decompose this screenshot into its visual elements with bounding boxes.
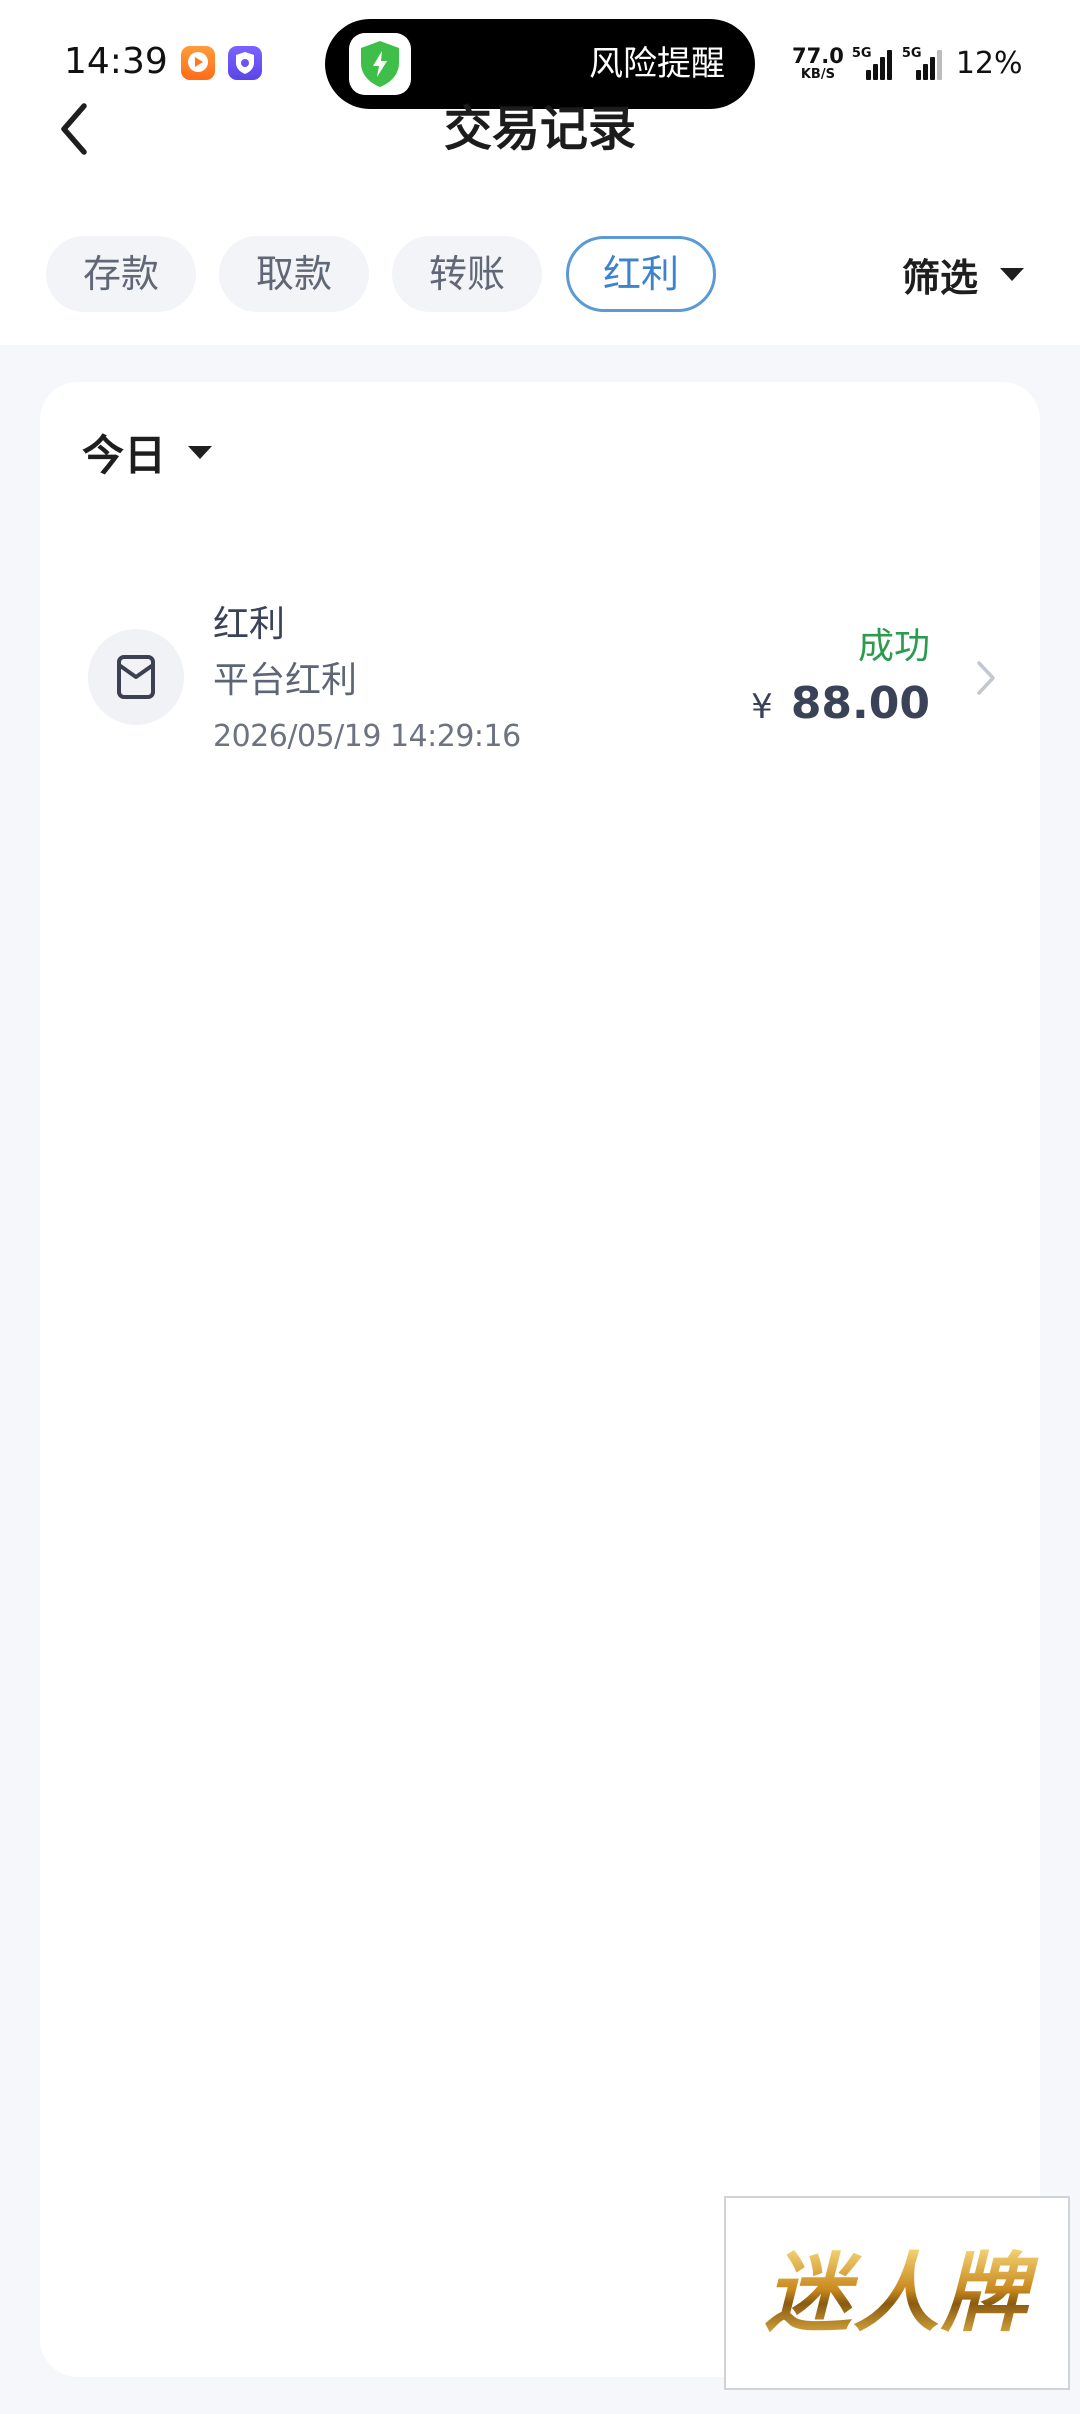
signal-5g-icon: 5G [852,44,894,82]
brand-watermark: 迷人牌 [724,2196,1070,2390]
record-title: 红利 [213,604,286,645]
tab-bonus[interactable]: 红利 [566,236,716,312]
back-button[interactable] [46,96,106,160]
green-shield-bolt-icon [349,33,411,95]
battery-percent: 12% [955,45,1023,81]
status-time: 14:39 [64,41,168,82]
tab-deposit[interactable]: 存款 [46,236,196,312]
signal-label-2: 5G [901,46,922,61]
chevron-left-icon [61,103,87,155]
tab-transfer[interactable]: 转账 [392,236,542,312]
signal-5g-icon-2: 5G [902,44,944,82]
status-indicators: 77.0 KB/S 5G 5G 12% [792,40,1023,86]
filter-button[interactable]: 筛选 [902,244,1025,304]
signal-label: 5G [851,46,872,61]
caret-down-icon [1000,267,1025,281]
wallet-icon [88,629,184,725]
chevron-right-icon [977,661,995,695]
record-row[interactable]: 红利 平台红利 2026/05/19 14:29:16 成功 ¥ 88.00 [40,602,1040,772]
filter-label: 筛选 [902,255,979,300]
date-filter-dropdown[interactable]: 今日 [82,422,213,482]
records-card: 今日 红利 平台红利 2026/05/19 14:29:16 成功 ¥ 88.0… [40,382,1040,2377]
date-filter-label: 今日 [82,430,167,480]
amount-value: 88.00 [790,678,930,729]
network-speed: 77.0 KB/S [792,43,844,82]
record-timestamp: 2026/05/19 14:29:16 [213,719,521,754]
risk-alert-text: 风险提醒 [589,44,725,84]
watermark-text: 迷人牌 [726,2246,1068,2342]
tab-withdraw[interactable]: 取款 [219,236,369,312]
record-status: 成功 [857,626,930,667]
video-app-icon [181,46,215,80]
network-speed-unit: KB/S [800,66,835,82]
currency-symbol: ¥ [751,687,773,727]
caret-down-icon [188,445,213,459]
dynamic-island[interactable]: 风险提醒 [325,19,755,109]
record-subtitle: 平台红利 [213,660,358,701]
record-amount: ¥ 88.00 [751,678,930,729]
security-app-icon [228,46,262,80]
network-speed-value: 77.0 [792,43,844,68]
